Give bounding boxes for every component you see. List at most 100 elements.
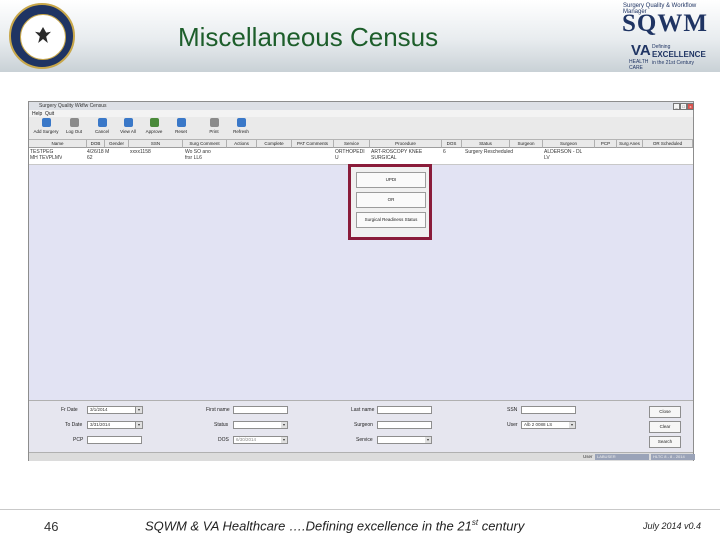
col-header-ssn[interactable]: SSN [129, 140, 183, 148]
col-header-service[interactable]: Service [334, 140, 370, 148]
first-name-label: First name [206, 407, 230, 413]
pcp-field[interactable] [87, 436, 142, 444]
close-window-button[interactable]: x [687, 103, 694, 110]
tagline-century: in the 21st Century [652, 60, 694, 66]
status-date-value: HLTC 8 - 8 - 2014 [651, 454, 695, 460]
surgeon-field[interactable] [377, 421, 432, 429]
last-name-field[interactable] [377, 406, 432, 414]
reset-icon [176, 118, 186, 127]
col-header-surgeon-1[interactable]: Surgeon [510, 140, 543, 148]
ssn-label: SSN [507, 407, 518, 413]
col-header-surg-anes[interactable]: Surg Anes [617, 140, 643, 148]
status-user-value: LABUSER [595, 454, 649, 460]
va-seal-logo [9, 3, 75, 69]
context-menu: UPDI OR Surgical Readiness Status [348, 164, 432, 240]
status-bar: User LABUSER HLTC 8 - 8 - 2014 [29, 452, 695, 461]
va-logo-subtext: HEALTH CARE [629, 59, 649, 71]
from-date-label: Fr Date [61, 407, 78, 413]
eagle-icon [35, 27, 51, 43]
col-header-surg-comment[interactable]: Surg Comment [183, 140, 227, 148]
status-label: Status [214, 422, 229, 428]
surgeon-label: Surgeon [354, 422, 373, 428]
last-name-label: Last name [351, 407, 375, 413]
col-header-dob[interactable]: DOB [87, 140, 105, 148]
close-button[interactable]: Close [649, 406, 681, 418]
approve-button[interactable]: Approve [139, 118, 169, 138]
add-surgery-button[interactable]: Add Surgery [31, 118, 61, 138]
status-select[interactable]: ▾ [233, 421, 288, 429]
tagline-excellence: EXCELLENCE [652, 50, 706, 59]
app-title: Surgery Quality Wkflw Census [39, 103, 107, 109]
footer-tagline: SQWM & VA Healthcare ….Defining excellen… [145, 518, 525, 534]
chevron-down-icon: ▾ [281, 437, 287, 443]
approve-icon [149, 118, 159, 127]
col-header-name[interactable]: Name [29, 140, 87, 148]
census-app-window: Surgery Quality Wkflw Census _ □ x Help … [28, 101, 695, 461]
print-button[interactable]: Print [199, 118, 229, 138]
cell-dos: 6 [443, 149, 446, 155]
slide-banner: Miscellaneous Census Surgery Quality & W… [0, 0, 720, 72]
toolbar: Add Surgery Log Out Cancel View All Appr… [29, 117, 693, 140]
slide-title: Miscellaneous Census [178, 22, 439, 52]
to-date-field[interactable]: 3/31/2014 [87, 421, 142, 429]
col-header-surgeon-2[interactable]: Surgeon [543, 140, 595, 148]
to-date-label: To Date [65, 422, 83, 428]
service-label: Service [356, 437, 373, 443]
chevron-down-icon: ▾ [569, 422, 575, 428]
pcp-label: PCP [73, 437, 84, 443]
seal-inner [20, 14, 66, 60]
from-date-picker[interactable]: ▾ [135, 406, 143, 414]
va-logo: VA [631, 42, 651, 59]
service-select[interactable]: ▾ [377, 436, 432, 444]
col-header-status[interactable]: Status [462, 140, 510, 148]
status-user-label: User [583, 454, 593, 459]
first-name-field[interactable] [233, 406, 288, 414]
cell-status: Surgery Rescheduled [465, 149, 514, 155]
cell-dob: 4/26/18 M 62 [87, 149, 110, 161]
cell-name: TESTPEG MH TEVPLMV [30, 149, 63, 161]
refresh-button[interactable]: Refresh [226, 118, 256, 138]
cell-surg-comment: Wo SO ano frsr LL6 [185, 149, 211, 161]
print-icon [209, 118, 219, 127]
user-label: User [507, 422, 518, 428]
minimize-button[interactable]: _ [673, 103, 680, 110]
app-titlebar: Surgery Quality Wkflw Census _ □ x [29, 102, 694, 110]
add-surgery-icon [41, 118, 51, 127]
chevron-down-icon: ▾ [281, 422, 287, 428]
chevron-down-icon: ▾ [136, 422, 142, 428]
cell-surgeon: ALDERSON - DL LV [544, 149, 583, 161]
col-header-procedure[interactable]: Procedure [370, 140, 442, 148]
page-number: 46 [44, 519, 59, 534]
context-menu-updi[interactable]: UPDI [356, 172, 426, 188]
ssn-field[interactable] [521, 406, 576, 414]
clear-button[interactable]: Clear [649, 421, 681, 433]
cancel-icon [97, 118, 107, 127]
col-header-gender[interactable]: Gender [105, 140, 129, 148]
cell-procedure: ART-ROSCOPY KNEE SURGICAL [371, 149, 423, 161]
col-header-dos[interactable]: DOS [442, 140, 462, 148]
table-row[interactable]: TESTPEG MH TEVPLMV 4/26/18 M 62 xxxx1158… [29, 148, 693, 165]
context-menu-surgical-readiness[interactable]: Surgical Readiness Status [356, 212, 426, 228]
chevron-down-icon: ▾ [136, 407, 142, 413]
log-out-icon [69, 118, 79, 127]
dos-label: DOS [218, 437, 229, 443]
col-header-pcp[interactable]: PCP [595, 140, 617, 148]
maximize-button[interactable]: □ [680, 103, 687, 110]
col-header-actions[interactable]: Actions [227, 140, 257, 148]
col-header-complete[interactable]: Complete [257, 140, 292, 148]
to-date-picker[interactable]: ▾ [135, 421, 143, 429]
reset-button[interactable]: Reset [166, 118, 196, 138]
user-select[interactable]: Alb 2 0088 LS ▾ [521, 421, 576, 429]
from-date-field[interactable]: 3/1/2014 [87, 406, 142, 414]
col-header-or-scheduled[interactable]: OR Scheduled [643, 140, 693, 148]
log-out-button[interactable]: Log Out [59, 118, 89, 138]
cell-ssn: xxxx1158 [130, 149, 151, 155]
dos-select[interactable]: 6/30/2014 ▾ [233, 436, 288, 444]
context-menu-or[interactable]: OR [356, 192, 426, 208]
chevron-down-icon: ▾ [425, 437, 431, 443]
footer-divider [0, 509, 720, 510]
search-button[interactable]: Search [649, 436, 681, 448]
cell-service: ORTHOPEDI U [335, 149, 365, 161]
filter-panel: Fr Date 3/1/2014 ▾ To Date 3/31/2014 ▾ P… [29, 400, 693, 453]
col-header-pat-comments[interactable]: PAT Comments [292, 140, 334, 148]
